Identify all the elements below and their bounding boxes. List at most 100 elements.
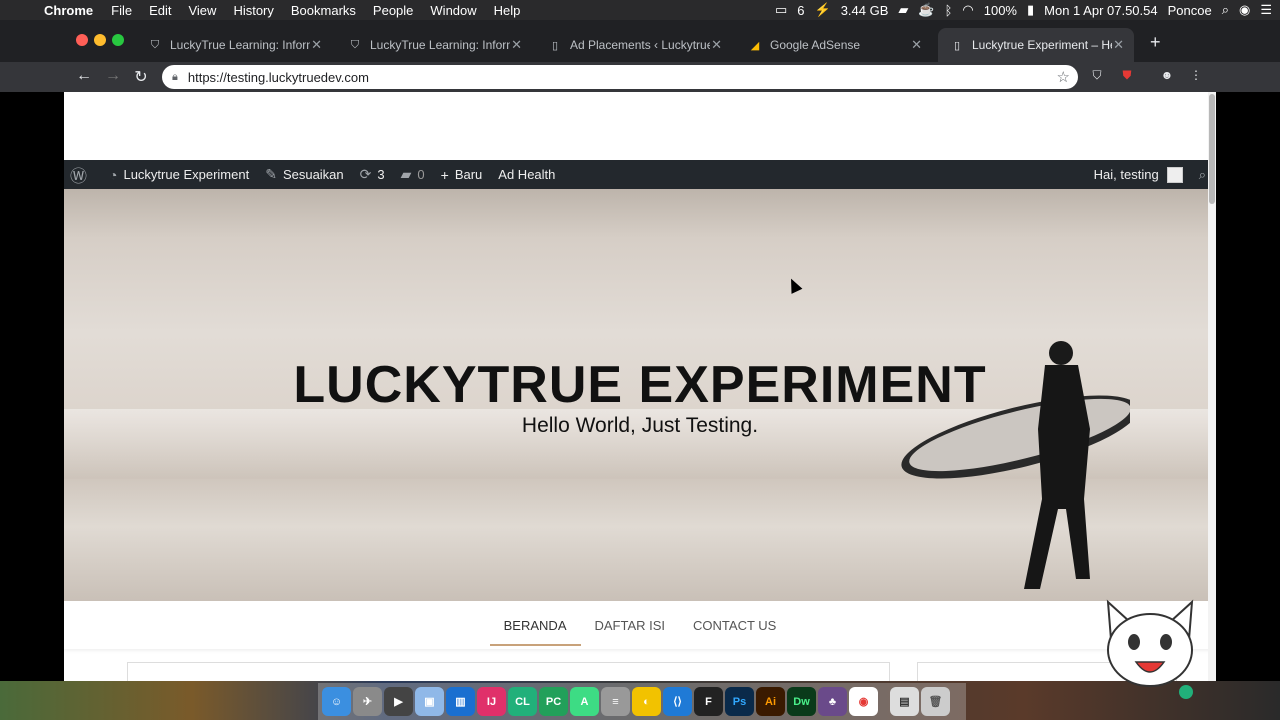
bluetooth-icon[interactable]: ᛒ: [945, 3, 953, 18]
menu-people[interactable]: People: [373, 3, 413, 18]
zoom-window-button[interactable]: [112, 34, 124, 46]
admin-greeting[interactable]: Hai, testing: [1094, 167, 1159, 182]
address-bar[interactable]: 🔒︎ https://testing.luckytruedev.com ☆: [162, 65, 1078, 89]
extension-shield-icon[interactable]: ⛉: [1089, 68, 1105, 84]
intellij-icon[interactable]: IJ: [477, 687, 506, 716]
lock-icon[interactable]: 🔒︎: [172, 71, 178, 84]
nav-item-beranda[interactable]: BERANDA: [489, 601, 581, 649]
menu-edit[interactable]: Edit: [149, 3, 171, 18]
admin-account-area: Hai, testing ⌕: [1094, 160, 1206, 189]
close-icon[interactable]: ✕: [911, 37, 922, 53]
admin-updates-link[interactable]: ⟳ 3: [360, 166, 385, 183]
avatar[interactable]: [1166, 166, 1183, 183]
illustrator-icon[interactable]: Ai: [756, 687, 785, 716]
figma-icon[interactable]: F: [694, 687, 723, 716]
chrome-icon[interactable]: ◉: [849, 687, 878, 716]
reload-icon[interactable]: ↻: [131, 67, 151, 87]
adsense-icon: ◢: [750, 39, 760, 52]
page-scrollbar[interactable]: [1208, 92, 1216, 681]
launchpad-icon[interactable]: ✈: [353, 687, 382, 716]
extension-adblock-icon[interactable]: ⛊: [1119, 68, 1135, 84]
wordpress-logo-icon[interactable]: Ⓦ: [70, 162, 93, 187]
admin-new-label: Baru: [454, 167, 483, 182]
dreamweaver-icon[interactable]: Dw: [787, 687, 816, 716]
tab-ad-placements[interactable]: ▯ Ad Placements ‹ Luckytrue ✕: [536, 28, 732, 62]
menu-app-name[interactable]: Chrome: [44, 3, 93, 18]
extension-cat-icon[interactable]: ☻: [1159, 68, 1175, 84]
database-icon[interactable]: ≡: [601, 687, 630, 716]
tab-title: Google AdSense: [770, 38, 861, 52]
menu-file[interactable]: File: [111, 3, 132, 18]
back-arrow-icon[interactable]: ←: [74, 67, 94, 85]
tab-title: Luckytrue Experiment – Hell: [972, 38, 1112, 52]
chat-icon[interactable]: ▰: [898, 2, 908, 18]
lightning-icon[interactable]: ⚡: [815, 2, 831, 18]
dock-apps: ☺ ✈ ▶ ▣ ▥ IJ CL PC A ≡ ◐ ⟨⟩ F Ps Ai Dw ♣…: [318, 683, 966, 720]
tab-google-adsense[interactable]: ◢ Google AdSense ✕: [736, 28, 932, 62]
chrome-menu-icon[interactable]: ⋮: [1188, 68, 1204, 84]
admin-comments-link[interactable]: ▰ 0: [401, 166, 425, 183]
content-area: [127, 662, 890, 681]
hero-header: LUCKYTRUE EXPERIMENT Hello World, Just T…: [64, 189, 1216, 601]
url-text[interactable]: https://testing.luckytruedev.com: [188, 70, 369, 85]
cat-mascot-image: [1106, 599, 1194, 699]
tab-luckytrue-learning-2[interactable]: ⛉ LuckyTrue Learning: Informa ✕: [336, 28, 532, 62]
battery-icon[interactable]: ▮: [1027, 2, 1034, 18]
close-icon[interactable]: ✕: [1113, 37, 1124, 53]
scrollbar-thumb[interactable]: [1209, 94, 1215, 204]
notification-center-icon[interactable]: ☰: [1260, 2, 1272, 18]
wifi-icon[interactable]: ◠: [962, 2, 973, 18]
admin-customize-label: Sesuaikan: [282, 167, 344, 182]
android-studio-icon[interactable]: A: [570, 687, 599, 716]
battery-percent[interactable]: 100%: [984, 3, 1017, 18]
coffee-icon[interactable]: ☕: [918, 2, 934, 18]
spotlight-search-icon[interactable]: ⌕: [1222, 2, 1229, 18]
close-icon[interactable]: ✕: [711, 37, 722, 53]
bookmark-star-icon[interactable]: ☆: [1057, 68, 1070, 86]
trash-icon[interactable]: 🗑︎: [921, 687, 950, 716]
memory-usage[interactable]: 3.44 GB: [841, 3, 889, 18]
game-controller-icon[interactable]: ♣: [818, 687, 847, 716]
pycharm-icon[interactable]: PC: [539, 687, 568, 716]
forward-arrow-icon[interactable]: →: [103, 67, 123, 85]
admin-customize-link[interactable]: ✎ Sesuaikan: [265, 166, 343, 183]
macos-dock: ☺ ✈ ▶ ▣ ▥ IJ CL PC A ≡ ◐ ⟨⟩ F Ps Ai Dw ♣…: [0, 681, 1280, 720]
minimize-window-button[interactable]: [94, 34, 106, 46]
admin-search-icon[interactable]: ⌕: [1199, 167, 1206, 183]
siri-icon[interactable]: ◉: [1239, 2, 1250, 18]
new-tab-button[interactable]: +: [1150, 32, 1161, 53]
brush-icon: ✎: [265, 166, 277, 182]
admin-new-link[interactable]: + Baru: [441, 167, 483, 183]
vscode-icon[interactable]: ⟨⟩: [663, 687, 692, 716]
nav-item-contact-us[interactable]: CONTACT US: [679, 601, 790, 649]
menubar-status-area: ▭ 6 ⚡ 3.44 GB ▰ ☕ ᛒ ◠ 100% ▮ Mon 1 Apr 0…: [765, 0, 1272, 20]
tab-luckytrue-learning-1[interactable]: ⛉ LuckyTrue Learning: Informa ✕: [136, 28, 332, 62]
menu-bookmarks[interactable]: Bookmarks: [291, 3, 356, 18]
notification-count[interactable]: 6: [797, 3, 804, 18]
final-cut-icon[interactable]: ▶: [384, 687, 413, 716]
menu-window[interactable]: Window: [430, 3, 476, 18]
chrome-window: ⛉ LuckyTrue Learning: Informa ✕ ⛉ LuckyT…: [0, 20, 1280, 681]
close-window-button[interactable]: [76, 34, 88, 46]
page-icon: ▯: [953, 39, 961, 52]
documents-folder-icon[interactable]: ▤: [890, 687, 919, 716]
menu-history[interactable]: History: [233, 3, 273, 18]
clion-icon[interactable]: CL: [508, 687, 537, 716]
tab-luckytrue-experiment[interactable]: ▯ Luckytrue Experiment – Hell ✕: [938, 28, 1134, 62]
trello-icon[interactable]: ▥: [446, 687, 475, 716]
photoshop-icon[interactable]: Ps: [725, 687, 754, 716]
clock[interactable]: Mon 1 Apr 07.50.54: [1044, 3, 1157, 18]
admin-site-link[interactable]: ◔ Luckytrue Experiment: [109, 167, 249, 183]
screen-record-icon[interactable]: ▭: [775, 2, 787, 18]
user-name[interactable]: Poncoe: [1168, 3, 1212, 18]
box-app-icon[interactable]: ▣: [415, 687, 444, 716]
close-icon[interactable]: ✕: [511, 37, 522, 53]
finder-icon[interactable]: ☺: [322, 687, 351, 716]
nav-item-daftar-isi[interactable]: DAFTAR ISI: [581, 601, 680, 649]
close-icon[interactable]: ✕: [311, 37, 322, 53]
menu-view[interactable]: View: [188, 3, 216, 18]
macos-menu-bar: Chrome File Edit View History Bookmarks …: [0, 0, 1280, 20]
menu-help[interactable]: Help: [494, 3, 521, 18]
admin-ad-health-link[interactable]: Ad Health: [498, 167, 555, 182]
cyberduck-icon[interactable]: ◐: [632, 687, 661, 716]
